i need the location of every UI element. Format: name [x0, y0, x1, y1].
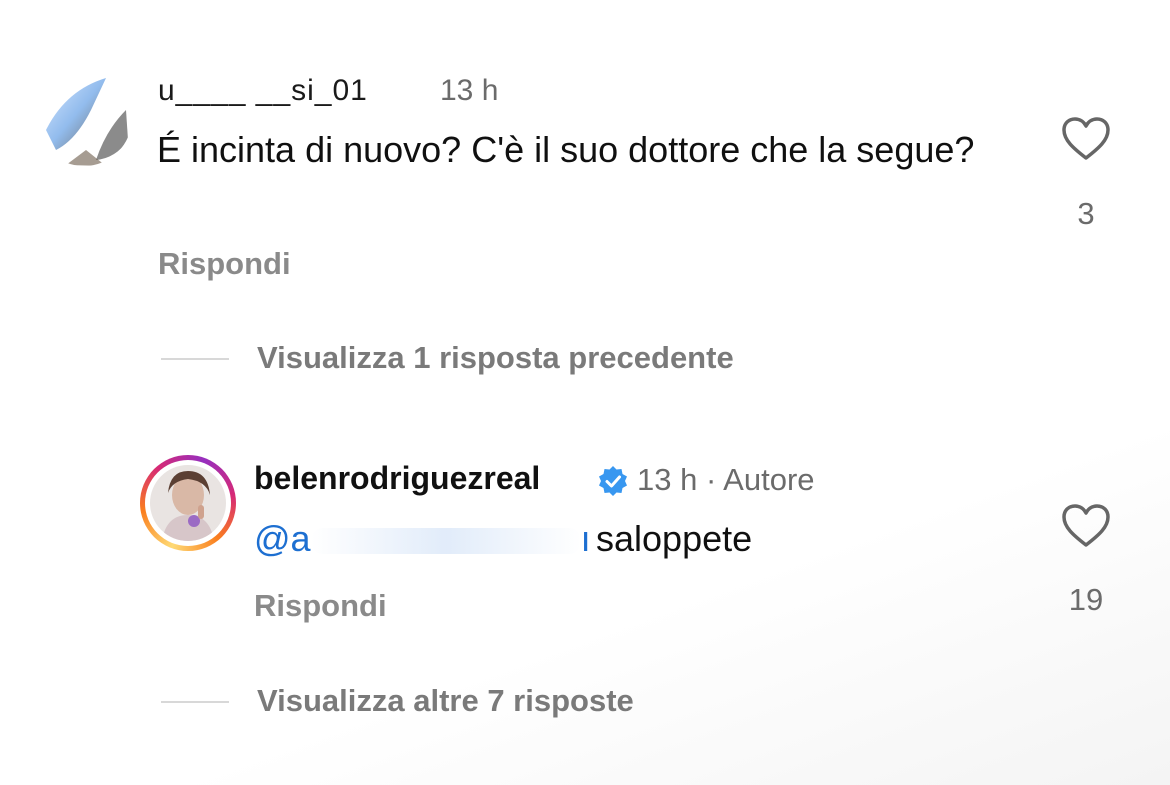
view-previous-replies-button[interactable]: Visualizza 1 risposta precedente: [257, 340, 734, 376]
like-count[interactable]: 3: [1046, 196, 1126, 232]
mention-suffix: ı: [580, 518, 591, 559]
avatar-border: [145, 460, 231, 546]
avatar[interactable]: [36, 70, 132, 166]
reply-button[interactable]: Rispondi: [254, 588, 387, 624]
mention-blurred: [310, 528, 581, 555]
comment-timestamp: 13 h: [440, 74, 499, 107]
story-ring-avatar[interactable]: [140, 455, 236, 551]
reply-button[interactable]: Rispondi: [158, 246, 291, 282]
verified-badge-icon: [597, 465, 629, 497]
comment-meta: 13 h · Autore: [637, 462, 815, 497]
avatar-photo: [150, 465, 226, 541]
avatar-image-blurred: [36, 70, 132, 166]
thread-divider: [161, 358, 229, 360]
thread-divider: [161, 701, 229, 703]
comment-text: saloppete: [596, 518, 753, 559]
view-more-replies-button[interactable]: Visualizza altre 7 risposte: [257, 683, 634, 719]
mention-link[interactable]: @a ı: [254, 518, 591, 560]
heart-outline-icon[interactable]: [1061, 503, 1111, 549]
avatar: [150, 465, 226, 541]
comment-text: É incinta di nuovo? C'è il suo dottore c…: [157, 129, 975, 170]
like-count[interactable]: 19: [1046, 582, 1126, 618]
comment-username[interactable]: u____ __si_01: [158, 74, 368, 108]
comment-username[interactable]: belenrodriguezreal: [254, 460, 540, 497]
heart-outline-icon[interactable]: [1061, 116, 1111, 162]
mention-prefix: @a: [254, 518, 311, 559]
